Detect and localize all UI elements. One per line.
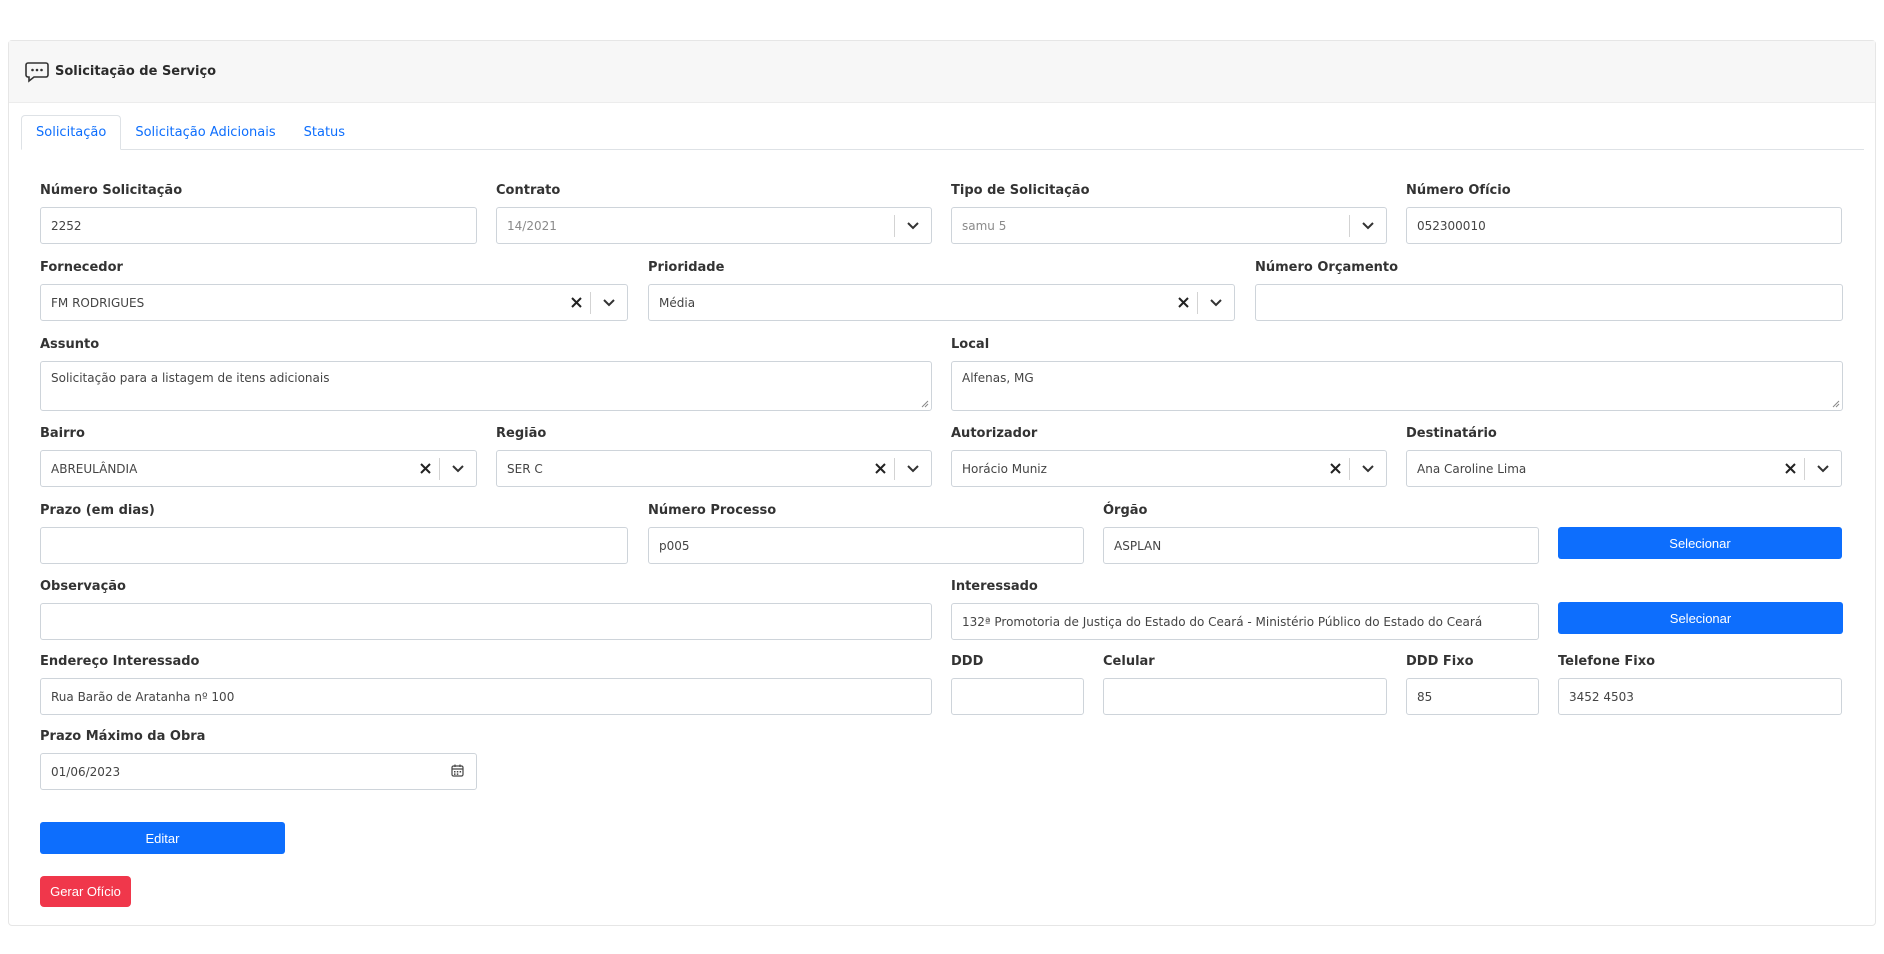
assunto-textarea[interactable]: Solicitação para a listagem de itens adi… [40, 361, 932, 411]
numero-solicitacao-input[interactable]: 2252 [40, 207, 477, 244]
tab-status[interactable]: Status [290, 115, 359, 150]
celular-label: Celular [1103, 654, 1155, 669]
prioridade-select[interactable]: Média [648, 284, 1235, 321]
autorizador-label: Autorizador [951, 426, 1038, 441]
regiao-value: SER C [507, 461, 543, 476]
ddd-fixo-label: DDD Fixo [1406, 654, 1474, 669]
telefone-fixo-input[interactable]: 3452 4503 [1558, 678, 1842, 715]
page-title: Solicitação de Serviço [55, 64, 217, 79]
contrato-value: 14/2021 [507, 218, 557, 233]
chevron-down-icon[interactable] [591, 298, 627, 308]
contrato-select[interactable]: 14/2021 [496, 207, 932, 244]
prioridade-label: Prioridade [648, 260, 725, 275]
ddd-fixo-input[interactable]: 85 [1406, 678, 1539, 715]
bairro-label: Bairro [40, 426, 85, 441]
tipo-solicitacao-label: Tipo de Solicitação [951, 183, 1090, 198]
tab-solicitacao[interactable]: Solicitação [21, 115, 122, 150]
clear-icon[interactable] [562, 297, 590, 308]
clear-icon[interactable] [1321, 463, 1349, 474]
prazo-maximo-obra-label: Prazo Máximo da Obra [40, 729, 206, 744]
chat-dots-icon [25, 61, 49, 83]
numero-orcamento-label: Número Orçamento [1255, 260, 1399, 275]
selecionar-interessado-button[interactable]: Selecionar [1558, 602, 1843, 634]
clear-icon[interactable] [1169, 297, 1197, 308]
regiao-label: Região [496, 426, 547, 441]
resize-handle-icon[interactable] [921, 400, 929, 408]
chevron-down-icon[interactable] [1350, 221, 1386, 231]
selecionar-orgao-button[interactable]: Selecionar [1558, 527, 1842, 559]
fornecedor-value: FM RODRIGUES [51, 295, 145, 310]
ddd-input[interactable] [951, 678, 1084, 715]
tipo-solicitacao-value: samu 5 [962, 218, 1007, 233]
telefone-fixo-label: Telefone Fixo [1558, 654, 1656, 669]
autorizador-value: Horácio Muniz [962, 461, 1047, 476]
destinatario-label: Destinatário [1406, 426, 1497, 441]
celular-input[interactable] [1103, 678, 1387, 715]
calendar-icon[interactable] [451, 764, 464, 780]
local-value: Alfenas, MG [962, 371, 1034, 385]
observacao-input[interactable] [40, 603, 932, 640]
destinatario-select[interactable]: Ana Caroline Lima [1406, 450, 1842, 487]
gerar-oficio-button[interactable]: Gerar Ofício [40, 876, 131, 907]
resize-handle-icon[interactable] [1832, 400, 1840, 408]
clear-icon[interactable] [1776, 463, 1804, 474]
destinatario-value: Ana Caroline Lima [1417, 461, 1527, 476]
prazo-maximo-obra-date-input[interactable]: 01/06/2023 [40, 753, 477, 790]
observacao-label: Observação [40, 579, 126, 594]
prazo-maximo-obra-value: 01/06/2023 [51, 764, 121, 779]
prazo-dias-input[interactable] [40, 527, 628, 564]
prazo-dias-label: Prazo (em dias) [40, 503, 155, 518]
clear-icon[interactable] [411, 463, 439, 474]
tab-bar: Solicitação Solicitação Adicionais Statu… [21, 115, 1864, 150]
card-header: Solicitação de Serviço [9, 41, 1875, 103]
local-textarea[interactable]: Alfenas, MG [951, 361, 1843, 411]
numero-processo-label: Número Processo [648, 503, 777, 518]
bairro-value: ABREULÂNDIA [51, 461, 138, 476]
numero-solicitacao-label: Número Solicitação [40, 183, 183, 198]
prioridade-value: Média [659, 295, 696, 310]
clear-icon[interactable] [866, 463, 894, 474]
endereco-interessado-input[interactable]: Rua Barão de Aratanha nº 100 [40, 678, 932, 715]
bairro-select[interactable]: ABREULÂNDIA [40, 450, 477, 487]
editar-button[interactable]: Editar [40, 822, 285, 854]
orgao-label: Órgão [1103, 503, 1148, 518]
interessado-label: Interessado [951, 579, 1038, 594]
local-label: Local [951, 337, 990, 352]
fornecedor-select[interactable]: FM RODRIGUES [40, 284, 628, 321]
chevron-down-icon[interactable] [1350, 464, 1386, 474]
regiao-select[interactable]: SER C [496, 450, 932, 487]
chevron-down-icon[interactable] [895, 464, 931, 474]
ddd-label: DDD [951, 654, 984, 669]
fornecedor-label: Fornecedor [40, 260, 123, 275]
tipo-solicitacao-select[interactable]: samu 5 [951, 207, 1387, 244]
chevron-down-icon[interactable] [1805, 464, 1841, 474]
contrato-label: Contrato [496, 183, 561, 198]
interessado-input[interactable]: 132ª Promotoria de Justiça do Estado do … [951, 603, 1539, 640]
numero-oficio-label: Número Ofício [1406, 183, 1511, 198]
numero-orcamento-input[interactable] [1255, 284, 1843, 321]
endereco-interessado-label: Endereço Interessado [40, 654, 200, 669]
tab-solicitacao-adicionais[interactable]: Solicitação Adicionais [121, 115, 289, 150]
numero-oficio-input[interactable]: 052300010 [1406, 207, 1842, 244]
chevron-down-icon[interactable] [440, 464, 476, 474]
assunto-value: Solicitação para a listagem de itens adi… [51, 371, 330, 385]
numero-processo-input[interactable]: p005 [648, 527, 1084, 564]
autorizador-select[interactable]: Horácio Muniz [951, 450, 1387, 487]
assunto-label: Assunto [40, 337, 100, 352]
chevron-down-icon[interactable] [1198, 298, 1234, 308]
orgao-input[interactable]: ASPLAN [1103, 527, 1539, 564]
chevron-down-icon[interactable] [895, 221, 931, 231]
